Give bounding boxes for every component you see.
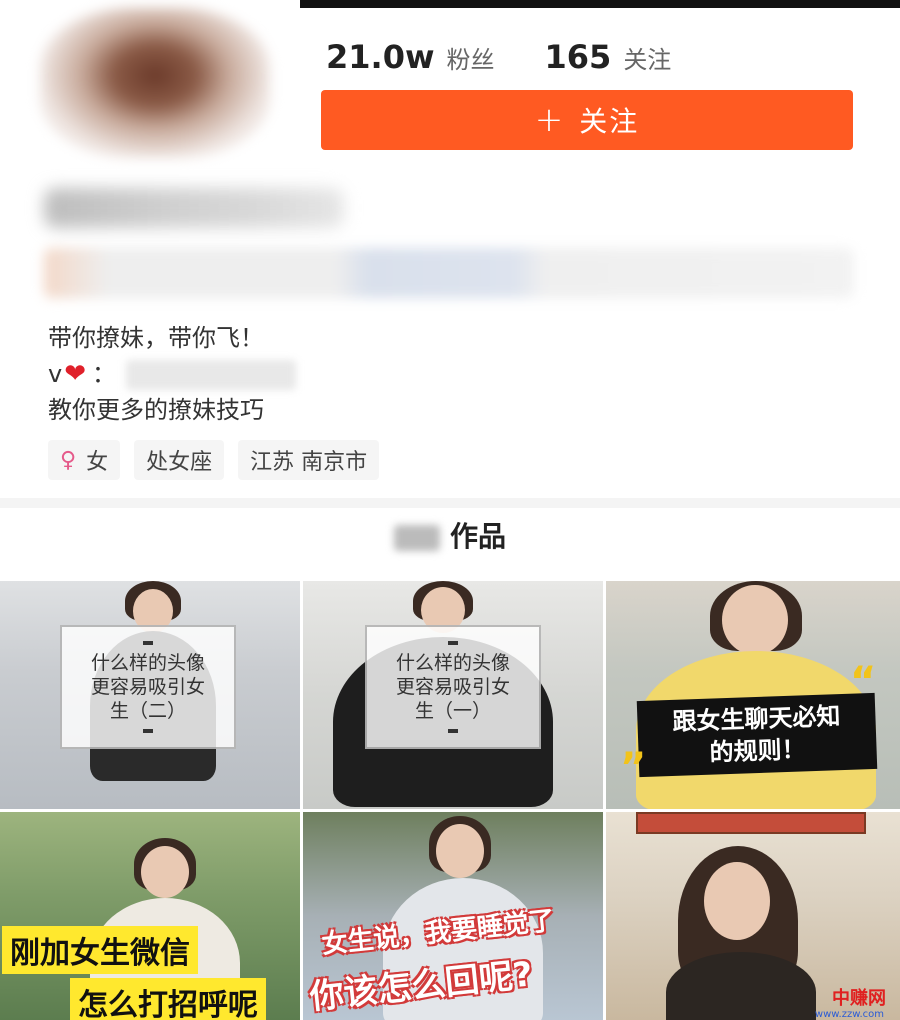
profile-stats: 21.0w 粉丝 165 关注 [326,38,721,76]
thumbnail-caption-line: 生（二） [109,700,186,722]
tag-gender-label: 女 [86,450,109,475]
bio-line-3: 教你更多的撩妹技巧 [48,396,264,424]
section-divider [0,498,900,508]
profile-header: 21.0w 粉丝 165 关注 + 关注 带你撩妹，带你飞！ v❤： 教你更多的… [0,8,900,498]
thumbnail-caption-line: 更容易吸引女 [395,676,510,698]
tag-gender: ♀ 女 [48,440,121,480]
bio: 带你撩妹，带你飞！ v❤： 教你更多的撩妹技巧 [48,320,296,428]
avatar[interactable] [40,8,270,158]
quote-close-icon: ” [620,745,647,791]
female-icon: ♀ [60,447,77,473]
watermark-logo: 中赚网 [832,988,886,1009]
heart-icon: ❤ [64,359,86,389]
works-label: 作品 [449,520,506,553]
video-thumbnail[interactable]: 什么样的头像 更容易吸引女 生（一） [303,581,603,809]
video-thumbnail[interactable]: 中赚网 www.zzw.com [606,812,900,1020]
following-count[interactable]: 165 [545,38,612,76]
thumbnail-caption-line: 怎么打招呼呢 [70,978,266,1020]
fans-label[interactable]: 粉丝 [447,40,495,75]
thumbnail-figure-head [722,585,788,655]
thumbnail-figure-head [704,862,770,940]
fans-count[interactable]: 21.0w [326,38,435,76]
thumbnail-sign [636,812,866,834]
caption-dash-bottom [448,729,458,733]
caption-dash-top [448,641,458,645]
thumbnail-caption-banner: 跟女生聊天必知 的规则！ [636,692,878,778]
video-thumbnail[interactable]: 女生说，我要睡觉了 你该怎么回呢? [303,812,603,1020]
thumbnail-figure-head [141,846,189,898]
tag-zodiac: 处女座 [134,440,225,480]
tag-location: 江苏 南京市 [238,440,380,480]
works-count-redacted [393,525,440,551]
username-redacted [44,188,344,228]
video-thumbnail[interactable]: 什么样的头像 更容易吸引女 生（二） [0,581,300,809]
contact-redacted [126,360,296,390]
thumbnail-caption-line: 刚加女生微信 [2,926,198,974]
bio-line-2: v❤： [48,356,296,392]
thumbnail-caption-card: 什么样的头像 更容易吸引女 生（一） [365,625,541,749]
works-grid: 什么样的头像 更容易吸引女 生（二） 什么样的头像 更容易吸引女 生（一） “ … [0,581,900,1020]
bio-contact-prefix: v [48,360,63,388]
thumbnail-caption-line: 什么样的头像 [395,652,510,674]
caption-dash-bottom [143,729,153,733]
tag-location-label: 江苏 南京市 [250,450,368,475]
follow-button-label: 关注 [579,105,640,138]
video-thumbnail[interactable]: “ 跟女生聊天必知 的规则！ ” [606,581,900,809]
thumbnail-caption-line: 更容易吸引女 [90,676,205,698]
profile-tags: ♀ 女 处女座 江苏 南京市 [48,440,393,480]
tab-works[interactable]: 作品 [0,515,900,555]
following-label[interactable]: 关注 [623,40,671,75]
thumbnail-caption-line: 什么样的头像 [90,652,205,674]
badges-redacted [44,248,854,298]
status-bar-gap [0,0,300,8]
follow-button[interactable]: + 关注 [321,90,853,150]
plus-icon: + [534,100,566,140]
video-thumbnail[interactable]: 刚加女生微信 怎么打招呼呢 [0,812,300,1020]
bio-colon: ： [92,360,116,388]
tag-zodiac-label: 处女座 [146,450,213,475]
thumbnail-caption-line: 生（一） [414,700,491,722]
caption-dash-top [143,641,153,645]
thumbnail-caption-card: 什么样的头像 更容易吸引女 生（二） [60,625,236,749]
thumbnail-figure-head [436,824,484,878]
bio-line-1: 带你撩妹，带你飞！ [48,324,264,352]
watermark-url: www.zzw.com [814,1009,884,1020]
